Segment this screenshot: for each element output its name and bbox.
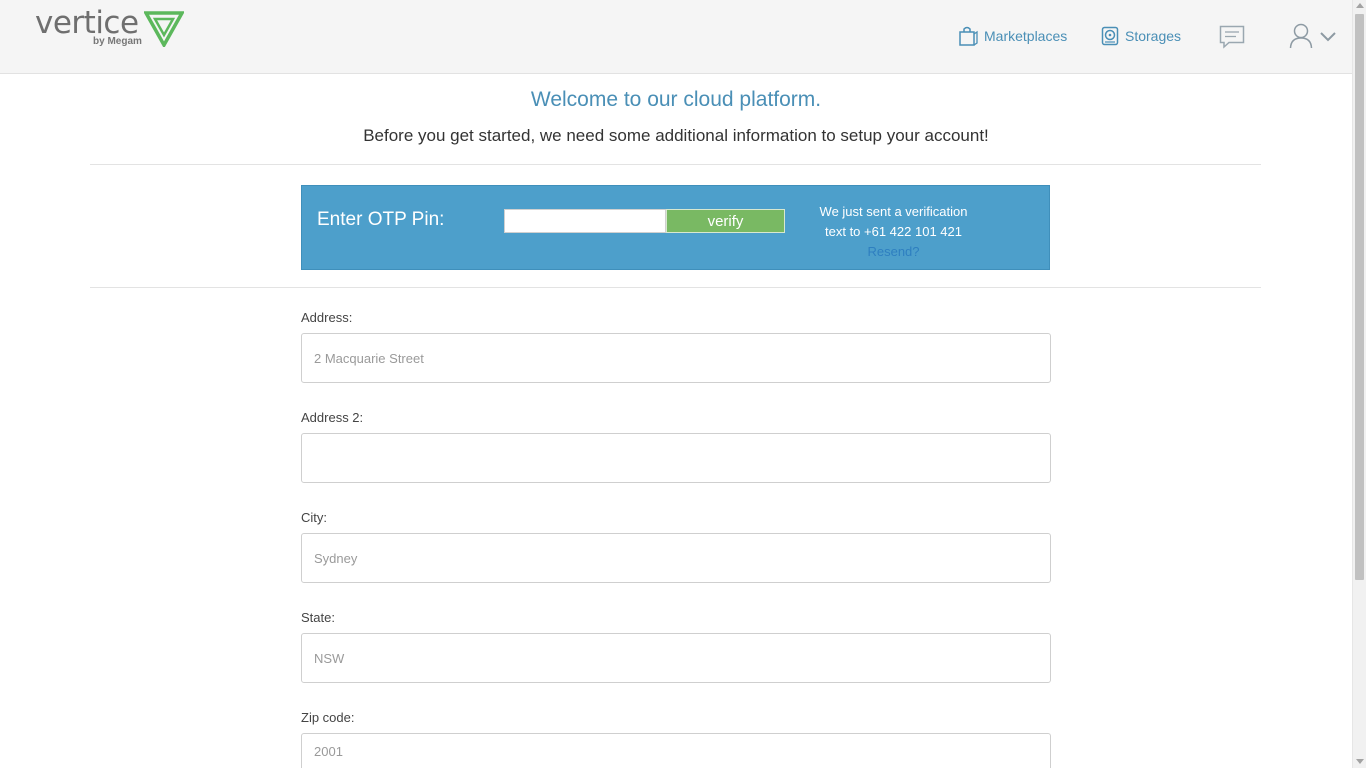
otp-pin-input[interactable] — [504, 209, 666, 233]
marketplace-bag-icon — [959, 26, 978, 46]
scroll-down-arrow-icon[interactable] — [1356, 759, 1364, 764]
scroll-thumb[interactable] — [1355, 14, 1364, 580]
logo-subtitle: by Megam — [93, 36, 142, 47]
nav-storages[interactable]: Storages — [1101, 24, 1181, 48]
vertice-logo[interactable]: vertice by Megam — [35, 5, 185, 49]
resend-link[interactable]: Resend? — [802, 242, 985, 262]
address2-label: Address 2: — [301, 410, 364, 425]
address2-input[interactable] — [301, 433, 1051, 483]
top-header: vertice by Megam Marketplaces Storages — [0, 0, 1352, 74]
otp-message-line2: text to +61 422 101 421 — [825, 224, 962, 239]
user-avatar-icon[interactable] — [1289, 23, 1313, 49]
page-scrollbar[interactable] — [1352, 0, 1366, 768]
divider — [90, 287, 1261, 288]
nav-marketplaces[interactable]: Marketplaces — [958, 24, 1067, 48]
chevron-down-icon[interactable] — [1319, 31, 1337, 42]
address-label: Address: — [301, 310, 353, 325]
zip-code-label: Zip code: — [301, 710, 355, 725]
state-label: State: — [301, 610, 335, 625]
scroll-up-arrow-icon[interactable] — [1356, 3, 1364, 8]
otp-message: We just sent a verification text to +61 … — [802, 202, 985, 262]
state-input[interactable] — [301, 633, 1051, 683]
otp-panel: Enter OTP Pin: verify We just sent a ver… — [301, 185, 1050, 270]
welcome-title: Welcome to our cloud platform. — [530, 88, 822, 111]
verify-button[interactable]: verify — [666, 209, 785, 233]
storage-disk-icon — [1101, 26, 1119, 46]
city-input[interactable] — [301, 533, 1051, 583]
nav-storages-label: Storages — [1125, 28, 1182, 44]
address-input[interactable] — [301, 333, 1051, 383]
nav-marketplaces-label: Marketplaces — [984, 28, 1068, 44]
otp-message-line1: We just sent a verification — [819, 204, 968, 219]
otp-label: Enter OTP Pin: — [317, 209, 445, 230]
messages-icon[interactable] — [1219, 25, 1245, 49]
zip-code-input[interactable] — [301, 733, 1051, 768]
city-label: City: — [301, 510, 327, 525]
welcome-subtitle: Before you get started, we need some add… — [363, 126, 989, 145]
divider — [90, 164, 1261, 165]
logo-triangle-icon — [144, 11, 184, 47]
